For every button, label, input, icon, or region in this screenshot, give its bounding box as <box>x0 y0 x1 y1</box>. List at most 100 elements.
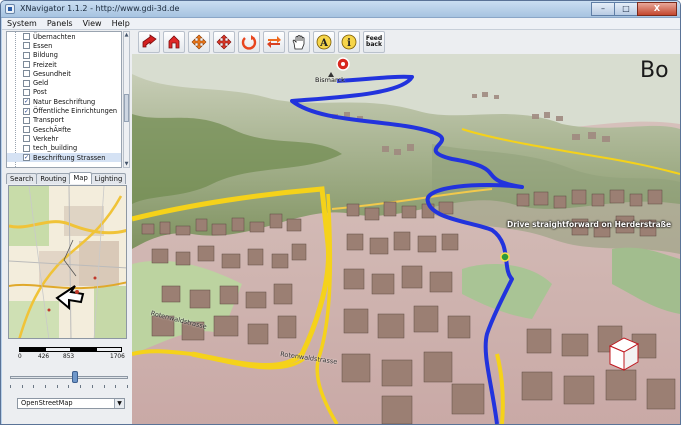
tick <box>45 385 47 388</box>
overview-minimap[interactable] <box>8 185 127 339</box>
layer-item[interactable]: Übernachten <box>7 32 121 41</box>
layer-item[interactable]: Geld <box>7 78 121 87</box>
scroll-up-icon[interactable]: ▲ <box>124 32 129 38</box>
layer-list: Übernachten Essen Bildung Freizeit Gesundhei… <box>6 31 122 168</box>
layer-checkbox[interactable]: ✓ <box>23 107 30 115</box>
menu-panels[interactable]: Panels <box>42 18 78 30</box>
grab-button[interactable] <box>288 31 310 53</box>
scale-seg-4 <box>96 347 122 352</box>
layer-list-scrollbar[interactable]: ▲ ▼ <box>123 31 130 168</box>
route-instruction-label: Drive straightforward on Herderstraße <box>507 220 672 229</box>
map-source-value: OpenStreetMap <box>21 399 73 407</box>
layer-checkbox[interactable] <box>23 33 30 41</box>
tick <box>103 385 105 388</box>
menu-system[interactable]: System <box>2 18 42 30</box>
tab-routing[interactable]: Routing <box>36 173 71 184</box>
scale-label-3: 1706 <box>110 354 125 360</box>
layer-item[interactable]: tech_building <box>7 144 121 153</box>
scale-seg-3 <box>70 347 97 352</box>
layer-item[interactable]: ✓ Öffentliche Einrichtungen <box>7 106 121 115</box>
red-up-arrow-icon <box>168 35 180 49</box>
scale-seg-2 <box>44 347 71 352</box>
layer-label: Transport <box>33 116 64 125</box>
layer-label: Post <box>33 88 47 97</box>
layer-item[interactable]: GeschÃ¤fte <box>7 125 121 134</box>
layer-checkbox[interactable] <box>23 116 30 124</box>
layer-label: Beschriftung Strassen <box>33 153 106 162</box>
layer-item[interactable]: ✓ Beschriftung Strassen <box>7 152 121 163</box>
maximize-button[interactable]: □ <box>614 2 638 16</box>
layer-checkbox[interactable] <box>23 144 30 152</box>
scale-seg-1 <box>19 347 45 352</box>
map-3d-view[interactable]: Bo Bismarck Drive straightforward on Her… <box>132 54 680 424</box>
pan-forward-button[interactable] <box>138 31 160 53</box>
layer-item[interactable]: Freizeit <box>7 60 121 69</box>
layer-checkbox[interactable] <box>23 88 30 96</box>
menu-help[interactable]: Help <box>107 18 135 30</box>
hand-icon <box>292 35 305 50</box>
slider-ticks <box>10 385 128 389</box>
tab-map[interactable]: Map <box>69 172 92 184</box>
poi-label: Bismarck <box>315 76 345 84</box>
slider-track[interactable] <box>10 376 128 379</box>
feedback-button[interactable]: Feed back <box>363 31 385 53</box>
scroll-thumb[interactable] <box>124 94 129 122</box>
layer-item[interactable]: Gesundheit <box>7 69 121 78</box>
red-arrow-icon <box>142 34 157 48</box>
layer-checkbox[interactable] <box>23 126 30 134</box>
layer-item[interactable]: Post <box>7 88 121 97</box>
scale-label-0: 0 <box>18 354 22 360</box>
layer-checkbox[interactable] <box>23 79 30 87</box>
layer-checkbox[interactable] <box>23 51 30 59</box>
map-source-select[interactable]: OpenStreetMap ▼ <box>17 398 125 409</box>
annotate-button[interactable]: A <box>313 31 335 53</box>
tick <box>115 385 117 388</box>
zoom-slider[interactable] <box>10 371 128 383</box>
menu-bar: System Panels View Help <box>2 18 680 30</box>
window-controls: – □ X <box>591 2 677 16</box>
rotate-button[interactable] <box>238 31 260 53</box>
move-button[interactable] <box>188 31 210 53</box>
letter-a-icon: A <box>316 34 332 50</box>
minimize-button[interactable]: – <box>591 2 615 16</box>
navigation-toolbar: A i Feed back <box>132 30 680 54</box>
layer-item[interactable]: ✓ Natur Beschriftung <box>7 97 121 106</box>
swap-button[interactable] <box>263 31 285 53</box>
menu-view[interactable]: View <box>78 18 107 30</box>
app-icon <box>5 4 15 14</box>
layer-checkbox[interactable]: ✓ <box>23 154 30 161</box>
letter-a-glyph: A <box>319 38 328 49</box>
scroll-down-icon[interactable]: ▼ <box>124 161 129 167</box>
close-button[interactable]: X <box>637 2 677 16</box>
layer-checkbox[interactable] <box>23 42 30 50</box>
layer-label: Gesundheit <box>33 69 71 78</box>
tick <box>33 385 35 388</box>
window-title: XNavigator 1.1.2 - http://www.gdi-3d.de <box>20 4 180 13</box>
layer-checkbox[interactable] <box>23 135 30 143</box>
layer-item[interactable]: Essen <box>7 41 121 50</box>
layer-item[interactable]: Bildung <box>7 51 121 60</box>
rotate-icon <box>241 35 257 50</box>
tab-lighting[interactable]: Lighting <box>90 173 127 184</box>
slider-thumb[interactable] <box>72 371 78 383</box>
scale-label-2: 853 <box>63 354 75 360</box>
layer-label: Übernachten <box>33 32 76 41</box>
minimap-graphic <box>9 186 126 338</box>
letter-i-glyph: i <box>347 38 351 49</box>
layer-label: Bildung <box>33 51 58 60</box>
tick <box>126 385 128 388</box>
info-button[interactable]: i <box>338 31 360 53</box>
city-label: Bo <box>640 58 669 83</box>
panel-tabs: Search Routing Map Lighting <box>6 172 130 184</box>
move-alt-button[interactable] <box>213 31 235 53</box>
tab-search[interactable]: Search <box>6 173 38 184</box>
chevron-down-icon[interactable]: ▼ <box>114 399 124 408</box>
layer-label: Natur Beschriftung <box>33 97 96 106</box>
title-bar[interactable]: XNavigator 1.1.2 - http://www.gdi-3d.de … <box>1 1 680 18</box>
pan-up-button[interactable] <box>163 31 185 53</box>
layer-checkbox[interactable]: ✓ <box>23 98 30 106</box>
layer-item[interactable]: Verkehr <box>7 134 121 143</box>
layer-item[interactable]: Transport <box>7 116 121 125</box>
layer-checkbox[interactable] <box>23 70 30 78</box>
layer-checkbox[interactable] <box>23 61 30 69</box>
